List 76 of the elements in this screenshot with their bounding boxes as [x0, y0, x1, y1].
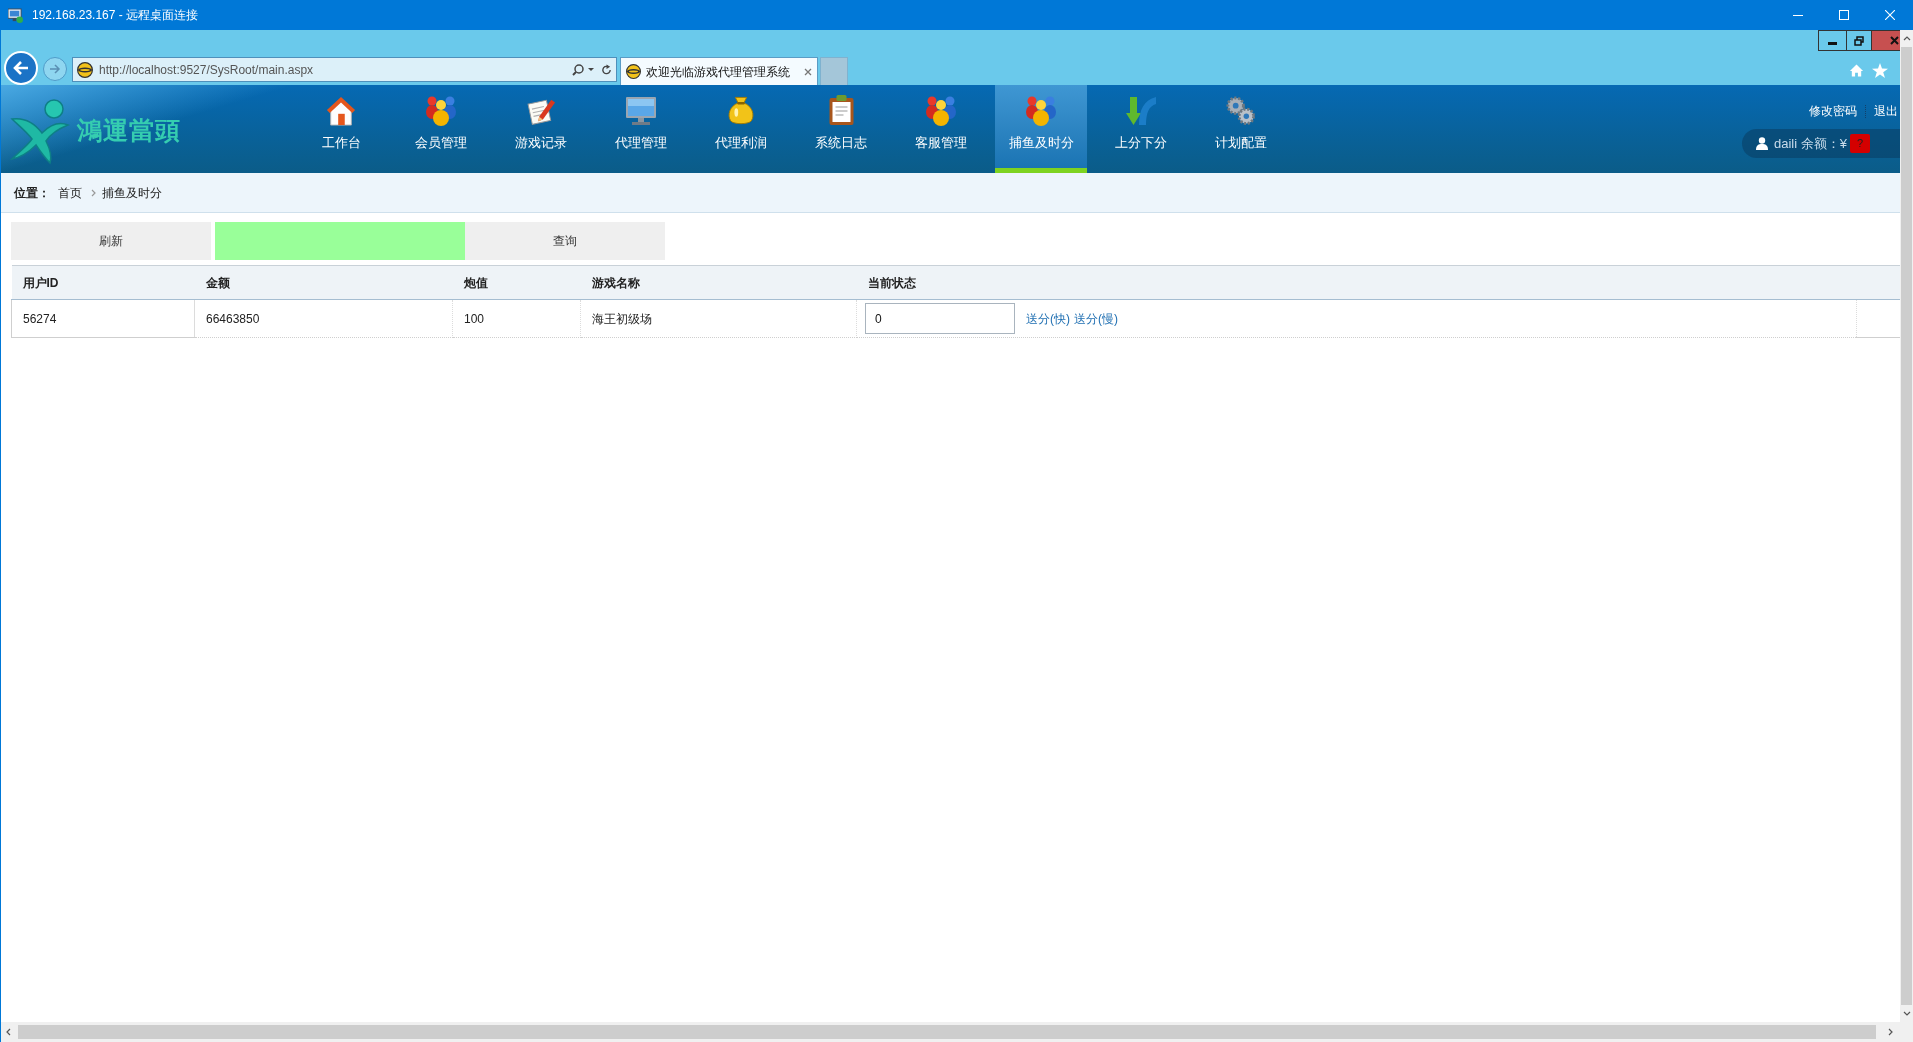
arrows-icon — [1126, 95, 1156, 126]
monitor-icon — [625, 96, 657, 125]
scrollbar-thumb[interactable] — [1901, 47, 1912, 1005]
nav-tab[interactable]: 客服管理 — [895, 85, 987, 173]
monitor-icon — [8, 7, 23, 23]
caret-icon[interactable] — [588, 68, 594, 71]
chevron-down-icon[interactable] — [1902, 1011, 1911, 1016]
column-header: 用户ID — [11, 265, 195, 300]
nav-tab[interactable]: 游戏记录 — [495, 85, 587, 173]
balance-badge: ? — [1849, 134, 1870, 153]
people-icon — [1026, 95, 1056, 126]
chevron-right-icon — [91, 188, 96, 197]
close-icon — [1885, 10, 1895, 20]
emblem-icon — [77, 61, 93, 78]
breadcrumb-link[interactable]: 首页 — [58, 183, 82, 202]
breadcrumb-label: 位置： — [14, 184, 50, 202]
user-icon — [1756, 137, 1768, 150]
refresh-icon[interactable] — [601, 63, 612, 76]
header-link[interactable]: 修改密码 — [1809, 102, 1857, 120]
nav-tab[interactable]: 计划配置 — [1195, 85, 1287, 173]
nav-tab[interactable]: 工作台 — [295, 85, 387, 173]
close-button[interactable] — [1872, 30, 1900, 51]
nav-tab[interactable]: 上分下分 — [1095, 85, 1187, 173]
vertical-scrollbar[interactable] — [1900, 30, 1913, 1022]
house-icon — [326, 95, 356, 126]
browser-tab[interactable]: 欢迎光临游戏代理管理系统 — [620, 57, 818, 85]
chevron-left-icon[interactable] — [6, 1028, 11, 1036]
header-link[interactable]: 退出 — [1874, 102, 1898, 120]
toolbar-button[interactable]: 查询 — [465, 222, 665, 260]
column-header: 游戏名称 — [580, 265, 857, 300]
close-icon — [1890, 36, 1899, 45]
nav-tab[interactable]: 会员管理 — [395, 85, 487, 173]
restore-icon — [1854, 35, 1864, 46]
status-field[interactable]: 0 — [865, 303, 1015, 334]
action-link[interactable]: 送分(快) — [1026, 309, 1070, 328]
horizontal-scrollbar[interactable] — [0, 1022, 1913, 1042]
maximize-icon — [1839, 10, 1849, 20]
emblem-icon — [626, 64, 641, 79]
close-icon[interactable] — [804, 67, 812, 76]
table-cell: 海王初级场 — [580, 299, 857, 338]
account-text: daili 余额：¥ — [1774, 134, 1847, 153]
search-icon[interactable] — [572, 63, 584, 76]
gears-icon — [1226, 95, 1256, 126]
table-cell: 100 — [452, 299, 581, 338]
chevron-right-icon[interactable] — [1888, 1028, 1893, 1036]
breadcrumb-current: 捕鱼及时分 — [102, 184, 162, 202]
column-header: 炮值 — [452, 265, 581, 300]
toolbar-button[interactable]: 刷新 — [11, 222, 211, 260]
money-bag-icon — [726, 95, 756, 126]
minimize-icon — [1793, 14, 1803, 16]
people-icon — [926, 95, 956, 126]
nav-tab[interactable]: 捕鱼及时分 — [995, 85, 1087, 173]
minimize-button[interactable] — [1818, 30, 1847, 51]
people-icon — [426, 95, 456, 126]
window-title: 192.168.23.167 - 远程桌面连接 — [32, 7, 199, 24]
logo-text: 鴻運當頭 — [77, 115, 181, 147]
input-field[interactable] — [215, 222, 465, 260]
column-header: 金额 — [194, 265, 453, 300]
chevron-up-icon[interactable] — [1902, 36, 1911, 41]
address-field[interactable]: http://localhost:9527/SysRoot/main.aspx — [72, 57, 617, 82]
minimize-icon — [1828, 42, 1837, 45]
arrow-right-icon — [49, 64, 61, 74]
table-cell: 56274 — [11, 299, 195, 338]
clipboard-icon — [827, 95, 855, 126]
nav-tab[interactable]: 代理利润 — [695, 85, 787, 173]
back-button[interactable] — [4, 51, 38, 85]
star-icon[interactable] — [1872, 63, 1888, 78]
scrollbar-thumb[interactable] — [18, 1025, 1876, 1039]
restore-button[interactable] — [1847, 30, 1872, 51]
arrow-left-icon — [13, 61, 29, 75]
column-header: 当前状态 — [856, 265, 1857, 300]
logo-icon — [9, 99, 71, 165]
nav-tab[interactable]: 代理管理 — [595, 85, 687, 173]
action-link[interactable]: 送分(慢) — [1074, 309, 1118, 328]
table-cell: 66463850 — [194, 299, 453, 338]
nav-tab[interactable]: 系统日志 — [795, 85, 887, 173]
